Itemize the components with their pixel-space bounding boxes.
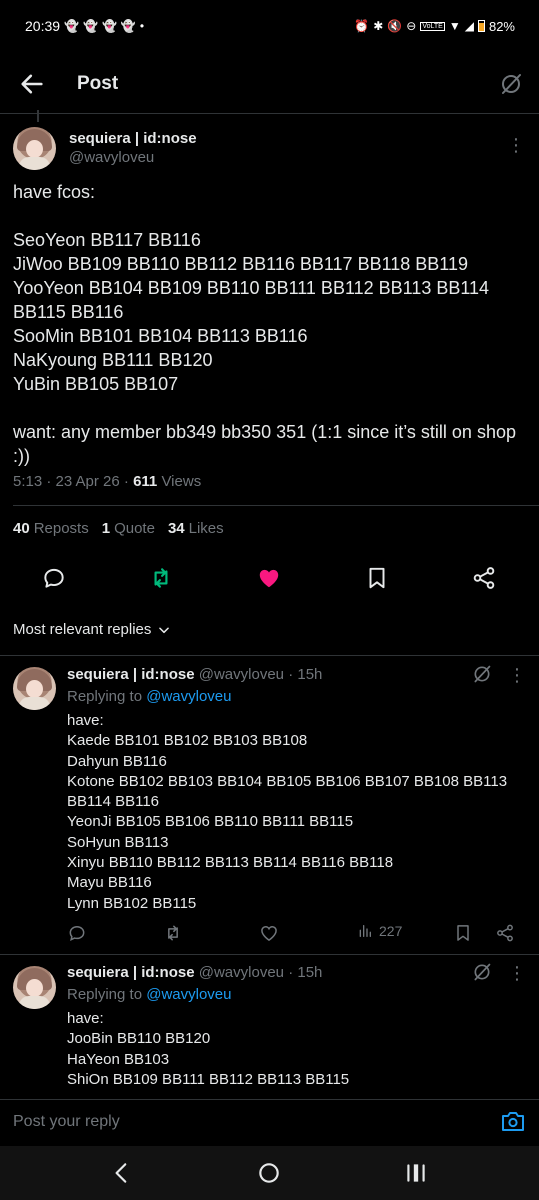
nav-home-icon[interactable] — [256, 1160, 282, 1186]
reply-item[interactable]: sequiera | id:nose @wavyloveu · 15h ⋮ Re… — [0, 955, 539, 1100]
like-icon[interactable] — [259, 923, 279, 943]
more-options-icon[interactable]: ⋮ — [507, 666, 527, 688]
replies-sort-dropdown[interactable]: Most relevant replies — [13, 621, 171, 638]
wifi-icon: ▼ — [448, 19, 461, 33]
snapchat-icon: 👻 — [120, 19, 136, 33]
reply-age: · 15h — [288, 666, 323, 683]
back-arrow-icon[interactable] — [18, 70, 46, 98]
reply-actions: 227 — [0, 923, 539, 945]
post-actions — [0, 565, 539, 593]
camera-icon[interactable] — [501, 1110, 525, 1132]
reply-input[interactable]: Post your reply — [13, 1113, 120, 1131]
views-label: Views — [161, 473, 202, 490]
author-handle[interactable]: @wavyloveu — [199, 666, 284, 683]
dnd-icon: ⊖ — [406, 19, 417, 33]
bluetooth-icon: ✱ — [373, 19, 384, 33]
likes-stat[interactable]: 34 Likes — [168, 520, 224, 537]
post-stats: 40 Reposts 1 Quote 34 Likes — [13, 520, 224, 537]
quotes-stat[interactable]: 1 Quote — [102, 520, 155, 537]
top-bar: Post — [0, 60, 539, 110]
signal-icon: ◢ — [464, 19, 474, 33]
reply-header: sequiera | id:nose @wavyloveu · 15h — [67, 666, 322, 683]
author-name[interactable]: sequiera | id:nose — [67, 964, 195, 981]
reply-text: have: Kaede BB101 BB102 BB103 BB108 Dahy… — [67, 712, 508, 912]
bookmark-icon[interactable] — [364, 565, 390, 591]
views-count: 611 — [133, 473, 158, 490]
avatar[interactable] — [13, 127, 56, 170]
snapchat-icon: 👻 — [101, 19, 117, 33]
snapchat-icon: 👻 — [83, 19, 98, 33]
share-icon[interactable] — [471, 565, 497, 591]
alarm-icon: ⏰ — [354, 19, 370, 33]
compose-bar[interactable]: Post your reply — [0, 1100, 539, 1144]
replying-to: Replying to @wavyloveu — [67, 688, 232, 705]
reply-header: sequiera | id:nose @wavyloveu · 15h — [67, 964, 322, 981]
reply-age: · 15h — [288, 964, 323, 981]
grok-icon[interactable] — [499, 72, 523, 96]
post-meta: 5:13 · 23 Apr 26 · 611 Views — [13, 473, 201, 490]
thread-line — [37, 110, 39, 122]
avatar[interactable] — [13, 966, 56, 1009]
battery-icon — [477, 20, 485, 32]
repost-icon[interactable] — [148, 565, 174, 591]
header-divider — [0, 113, 539, 114]
post-text: have fcos: SeoYeon BB117 BB116 JiWoo BB1… — [13, 182, 516, 466]
meta-divider — [13, 505, 539, 506]
more-notifications-icon: • — [139, 19, 145, 33]
grok-icon[interactable] — [472, 664, 492, 684]
chevron-down-icon — [159, 626, 170, 633]
mute-icon: 🔇 — [387, 19, 403, 33]
author-handle[interactable]: @wavyloveu — [69, 149, 154, 166]
bookmark-icon[interactable] — [453, 923, 473, 943]
replying-to: Replying to @wavyloveu — [67, 986, 232, 1003]
repost-icon[interactable] — [163, 923, 183, 943]
replying-to-link[interactable]: @wavyloveu — [146, 688, 231, 705]
reply-icon[interactable] — [67, 923, 87, 943]
post-timestamp: 5:13 · 23 Apr 26 · — [13, 473, 134, 490]
more-options-icon[interactable]: ⋮ — [506, 136, 526, 158]
like-icon[interactable] — [256, 565, 282, 591]
status-bar: 20:39 👻 👻 👻 👻 • ⏰ ✱ 🔇 ⊖ VoLTE ▼ ◢ 82% — [0, 0, 539, 52]
more-options-icon[interactable]: ⋮ — [507, 964, 527, 986]
clock: 20:39 — [25, 18, 61, 34]
reply-views-count: 227 — [379, 923, 403, 939]
replies-sort-label: Most relevant replies — [13, 621, 152, 638]
avatar[interactable] — [13, 667, 56, 710]
nav-back-icon[interactable] — [109, 1160, 135, 1186]
views-icon — [359, 925, 371, 937]
nav-recents-icon[interactable] — [403, 1160, 429, 1186]
snapchat-icon: 👻 — [64, 19, 79, 33]
reposts-stat[interactable]: 40 Reposts — [13, 520, 89, 537]
reply-text: have: JooBin BB110 BB120 HaYeon BB103 Sh… — [67, 1010, 350, 1088]
reply-views[interactable]: 227 — [357, 923, 402, 939]
author-name[interactable]: sequiera | id:nose — [69, 130, 197, 147]
page-title: Post — [77, 73, 119, 94]
reply-icon[interactable] — [41, 565, 67, 591]
network-badge: VoLTE — [420, 21, 445, 31]
share-icon[interactable] — [495, 923, 515, 943]
replying-to-link[interactable]: @wavyloveu — [146, 986, 231, 1003]
reply-item[interactable]: sequiera | id:nose @wavyloveu · 15h ⋮ Re… — [0, 656, 539, 954]
battery-level: 82% — [488, 18, 515, 34]
grok-icon[interactable] — [472, 962, 492, 982]
author-name[interactable]: sequiera | id:nose — [67, 666, 195, 683]
system-nav-bar — [0, 1146, 539, 1200]
author-handle[interactable]: @wavyloveu — [199, 964, 284, 981]
